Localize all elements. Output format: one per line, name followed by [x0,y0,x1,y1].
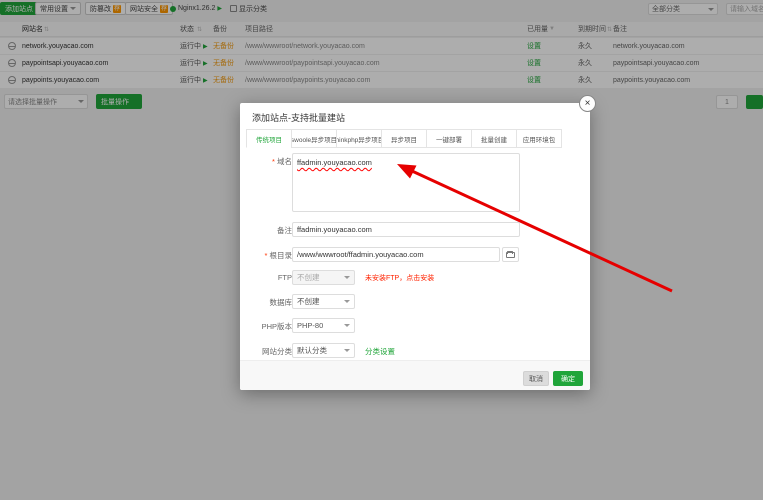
tab-swoole-async-project[interactable]: swoole异步项目 [291,129,337,148]
remark-input[interactable]: ffadmin.youyacao.com [292,222,520,237]
php-version-select[interactable]: PHP-80 [292,318,355,333]
php-version-label: PHP版本 [248,321,292,332]
add-site-modal: 添加站点-支持批量建站 × 传统项目 swoole异步项目 thinkphp异步… [240,103,590,390]
tab-async-project[interactable]: 异步项目 [381,129,427,148]
site-category-value: 默认分类 [297,345,327,356]
modal-footer: 取消 确定 [240,360,590,390]
confirm-button[interactable]: 确定 [553,371,583,386]
database-select[interactable]: 不创建 [292,294,355,309]
tab-thinkphp-async-project[interactable]: thinkphp异步项目 [336,129,382,148]
folder-icon [506,252,515,258]
category-settings-link[interactable]: 分类设置 [365,346,395,357]
chevron-down-icon [344,276,350,279]
ftp-label: FTP [248,273,292,282]
domain-value: ffadmin.youyacao.com [297,158,372,167]
domain-label: 域名 [248,156,292,167]
root-input[interactable]: /www/wwwroot/ffadmin.youyacao.com [292,247,500,262]
ftp-select[interactable]: 不创建 [292,270,355,285]
chevron-down-icon [344,324,350,327]
tab-batch-create[interactable]: 批量创建 [471,129,517,148]
ftp-install-hint-link[interactable]: 未安装FTP，点击安装 [365,273,434,283]
folder-picker-button[interactable] [502,247,519,262]
site-category-label: 网站分类 [248,346,292,357]
modal-tabs: 传统项目 swoole异步项目 thinkphp异步项目 异步项目 一键部署 批… [247,129,562,148]
database-value: 不创建 [297,296,320,307]
cancel-button[interactable]: 取消 [523,371,549,386]
tab-one-click-deploy[interactable]: 一键部署 [426,129,472,148]
site-category-select[interactable]: 默认分类 [292,343,355,358]
remark-label: 备注 [248,225,292,236]
modal-title: 添加站点-支持批量建站 [252,111,345,124]
remark-value: ffadmin.youyacao.com [297,225,372,234]
tab-traditional-project[interactable]: 传统项目 [246,129,292,148]
chevron-down-icon [344,300,350,303]
root-label: 根目录 [248,250,292,261]
close-icon[interactable]: × [579,95,596,112]
chevron-down-icon [344,349,350,352]
database-label: 数据库 [248,297,292,308]
php-version-value: PHP-80 [297,321,323,330]
ftp-value: 不创建 [297,272,320,283]
root-value: /www/wwwroot/ffadmin.youyacao.com [297,250,424,259]
domain-textarea[interactable]: ffadmin.youyacao.com [292,153,520,212]
tab-app-env-package[interactable]: 应用环境包 [516,129,562,148]
